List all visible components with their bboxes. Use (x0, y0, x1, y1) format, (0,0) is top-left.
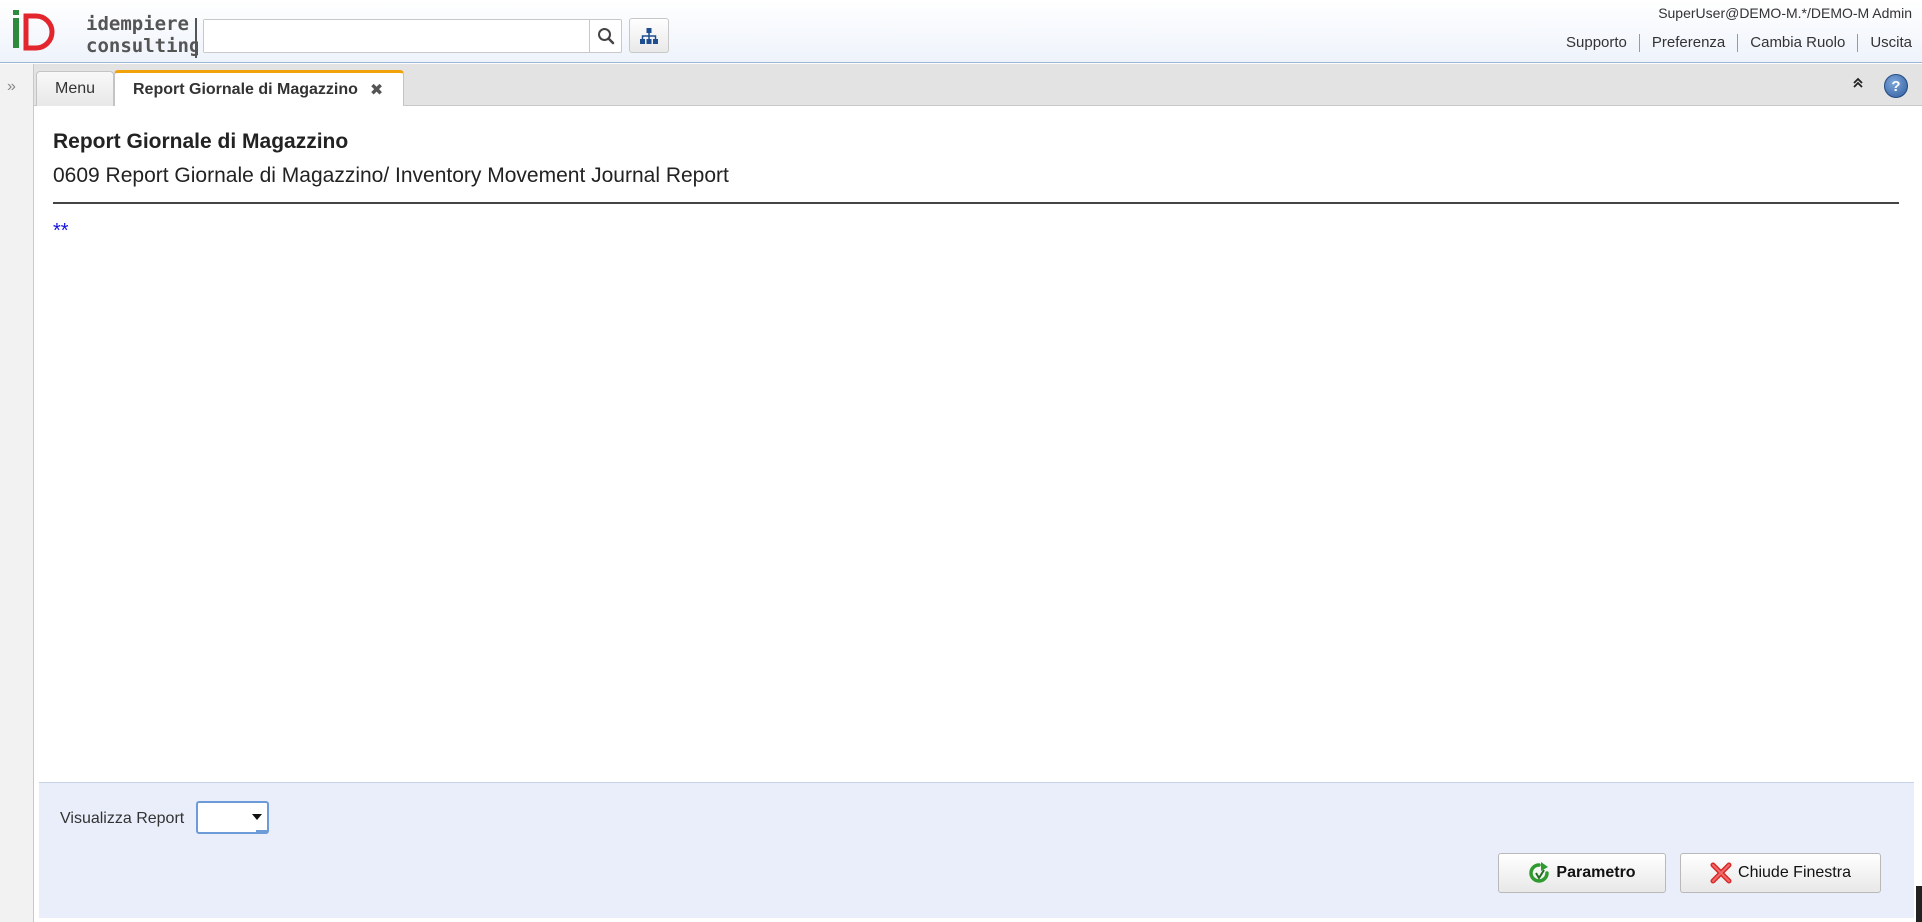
help-marker: ** (53, 220, 69, 242)
parametro-label: Parametro (1556, 864, 1636, 881)
search-icon (597, 28, 614, 45)
header-bar: idempiere consulting SuperUser@DEMO-M.*/… (0, 0, 1922, 63)
green-refresh-arrow-icon (1529, 862, 1550, 883)
user-info: SuperUser@DEMO-M.*/DEMO-M Admin (1658, 5, 1912, 21)
link-cambia-ruolo[interactable]: Cambia Ruolo (1737, 34, 1857, 52)
tab-bar: Menu Report Giornale di Magazzino ✖ ? (34, 64, 1922, 106)
red-x-icon (1710, 862, 1732, 884)
tab-label: Report Giornale di Magazzino (133, 80, 358, 98)
select-underline (256, 830, 267, 832)
visualizza-report-label: Visualizza Report (60, 810, 185, 827)
link-uscita[interactable]: Uscita (1857, 34, 1922, 52)
search-button[interactable] (589, 20, 621, 52)
parametro-button[interactable]: Parametro (1498, 853, 1666, 893)
link-supporto[interactable]: Supporto (1554, 34, 1639, 52)
idempiere-logo: idempiere consulting (13, 10, 198, 58)
chevron-down-icon (252, 814, 262, 820)
divider (53, 202, 1899, 204)
tab-menu[interactable]: Menu (36, 71, 114, 106)
parameter-panel: Visualizza Report Parametro Chiude Fines… (39, 782, 1914, 918)
window-edge (1916, 886, 1922, 922)
menu-tree-button[interactable] (629, 18, 669, 53)
double-chevron-up-icon[interactable] (1852, 76, 1864, 92)
double-chevron-right-icon[interactable]: » (7, 78, 16, 96)
tab-label: Menu (55, 80, 96, 97)
logo-text-line2: consulting (86, 35, 198, 57)
west-panel: » (0, 64, 34, 922)
logo-text-line1: idempiere (86, 13, 189, 35)
tab-report-giornale[interactable]: Report Giornale di Magazzino ✖ (114, 70, 404, 106)
close-icon[interactable]: ✖ (370, 80, 383, 100)
chiude-finestra-button[interactable]: Chiude Finestra (1680, 853, 1881, 893)
help-icon[interactable]: ? (1884, 74, 1908, 98)
sitemap-icon (640, 27, 658, 44)
chiude-finestra-label: Chiude Finestra (1738, 864, 1851, 881)
global-search (203, 19, 622, 53)
page-title: Report Giornale di Magazzino (53, 130, 349, 153)
visualizza-report-select[interactable] (196, 801, 269, 834)
top-links: Supporto Preferenza Cambia Ruolo Uscita (1554, 34, 1922, 52)
search-input[interactable] (204, 20, 590, 52)
page-description: 0609 Report Giornale di Magazzino/ Inven… (53, 164, 729, 187)
link-preferenza[interactable]: Preferenza (1638, 34, 1737, 52)
